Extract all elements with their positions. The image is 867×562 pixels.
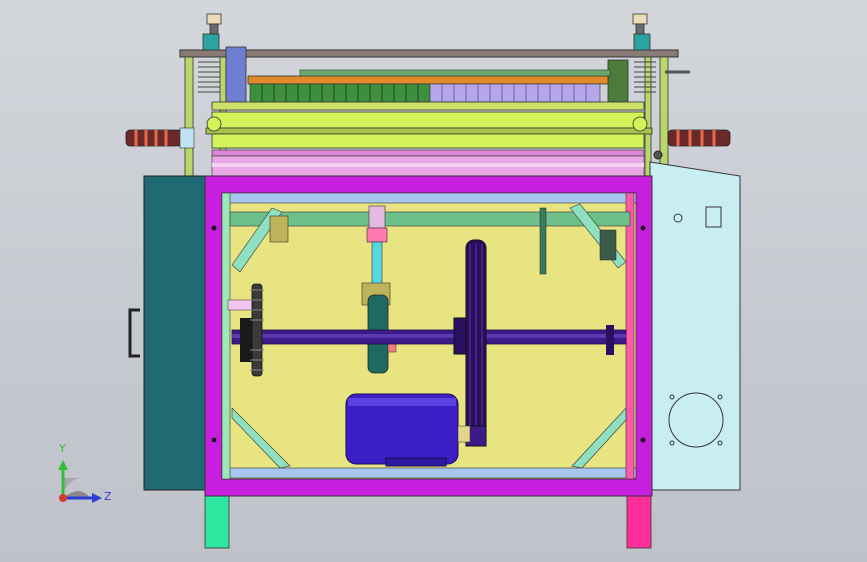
side-handle-right (667, 129, 731, 147)
leg-right (626, 495, 652, 549)
adjust-knob-right (632, 13, 651, 51)
top-roller-assembly (125, 13, 731, 178)
triad-z-label: Z (104, 490, 112, 503)
cabinet-side-door (128, 175, 207, 491)
cad-viewport[interactable]: Y Z (0, 0, 867, 562)
machine-model[interactable] (0, 0, 867, 562)
triad-y-label: Y (59, 442, 66, 455)
axis-triad: Y Z (40, 438, 120, 518)
side-handle-left (125, 127, 195, 149)
spring-right (634, 61, 656, 93)
drive-motor (345, 393, 471, 467)
sprocket (250, 283, 264, 377)
electrical-side-panel (649, 161, 741, 491)
adjust-knob-left (202, 13, 222, 51)
belt-pulley (465, 239, 487, 447)
leg-left (204, 495, 230, 549)
triad-arrows (58, 460, 102, 503)
spring-left (198, 61, 220, 93)
